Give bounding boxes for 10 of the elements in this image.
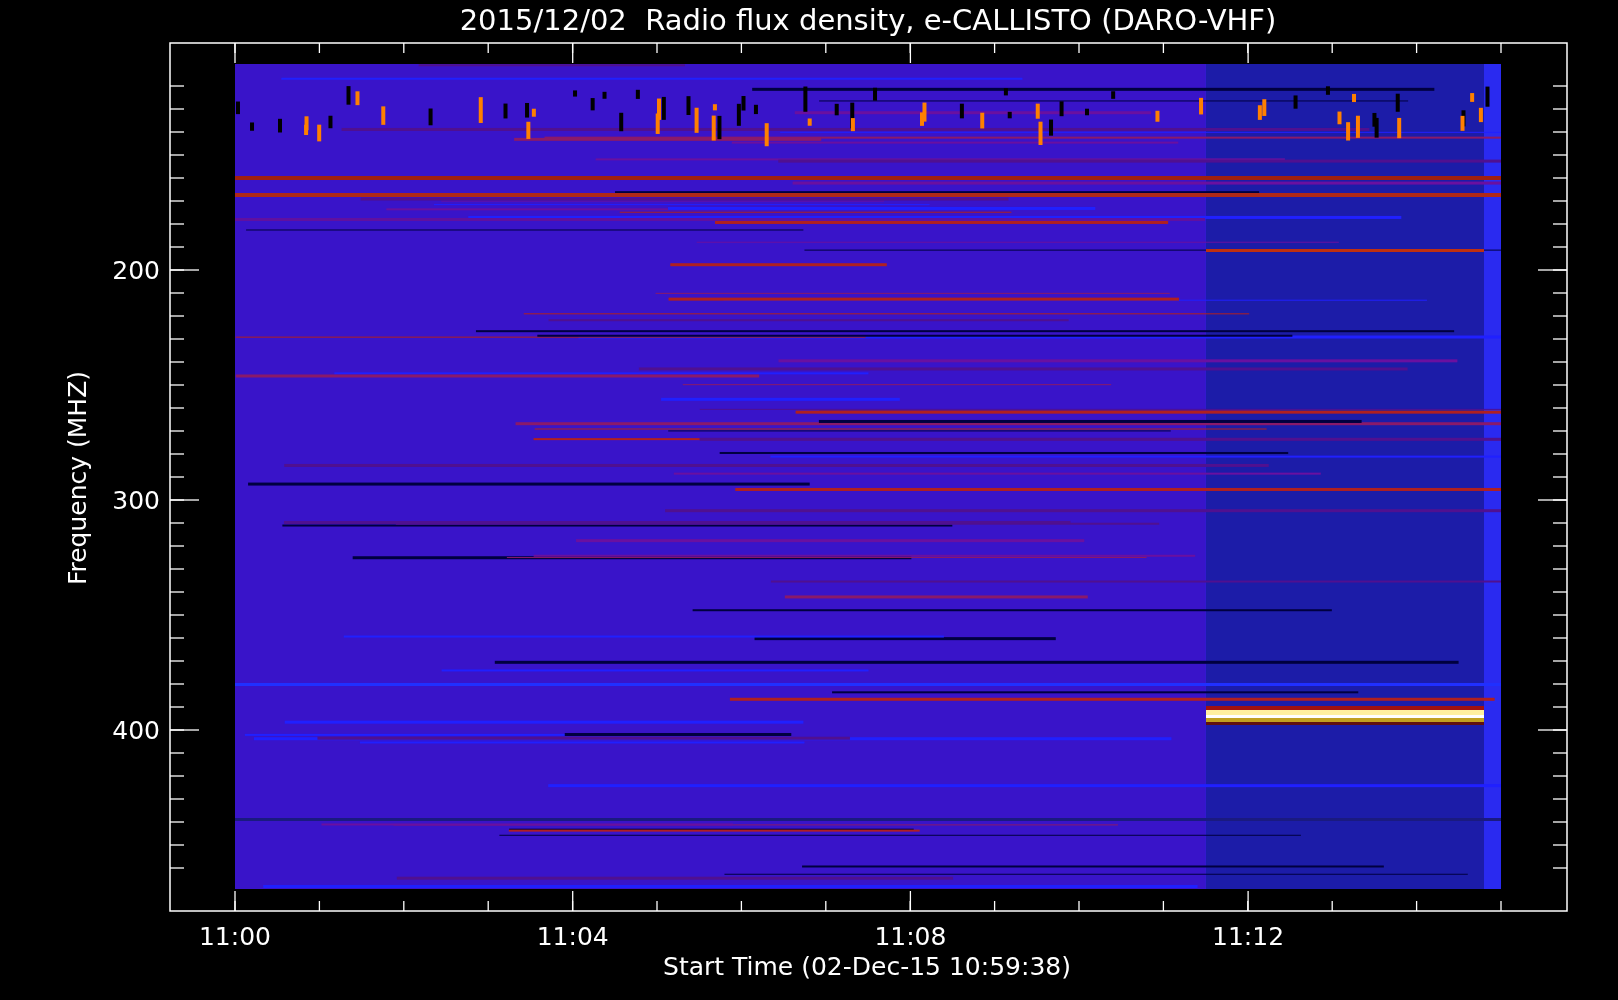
tick-label: 200 bbox=[112, 256, 160, 285]
tick-label: 11:04 bbox=[536, 922, 609, 951]
tick-label: 400 bbox=[112, 716, 160, 745]
chart-title: 2015/12/02 Radio flux density, e-CALLISTO (DARO-VHF) bbox=[459, 3, 1277, 37]
tick-label: 300 bbox=[112, 486, 160, 515]
tick-label: 11:08 bbox=[874, 922, 947, 951]
axis-title: Frequency (MHZ) bbox=[63, 370, 92, 586]
tick-label: 11:00 bbox=[199, 922, 271, 951]
tick-label: 11:12 bbox=[1212, 922, 1285, 951]
axis-title: Start Time (02-Dec-15 10:59:38) bbox=[663, 952, 1071, 981]
